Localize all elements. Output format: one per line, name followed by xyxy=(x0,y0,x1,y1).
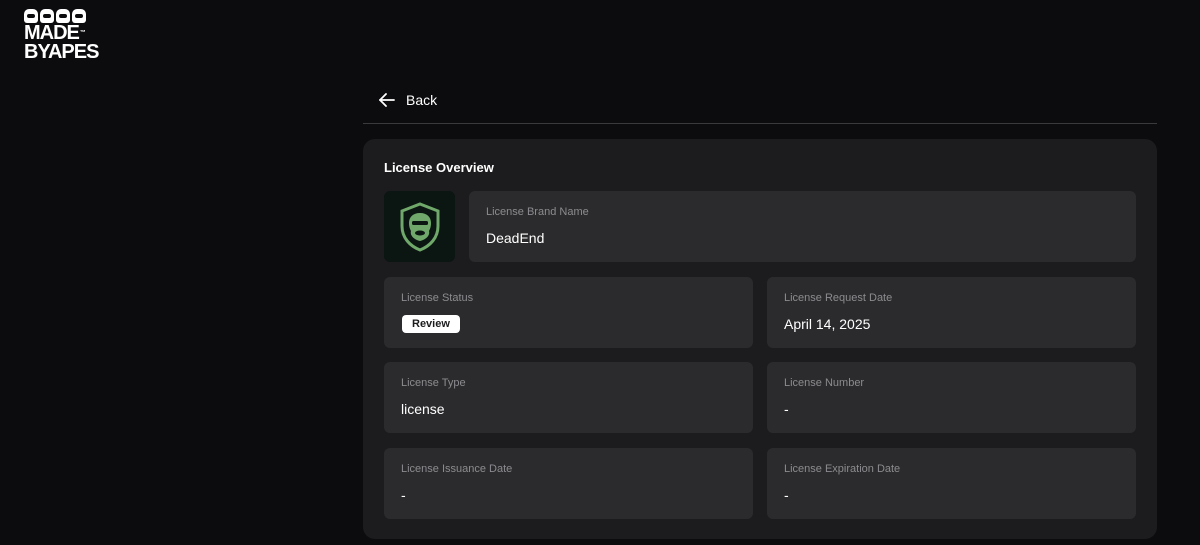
brand-name-value: DeadEnd xyxy=(486,230,545,246)
issuance-date-field: License Issuance Date - xyxy=(384,448,753,519)
status-badge: Review xyxy=(402,315,460,333)
arrow-left-icon xyxy=(379,93,395,107)
expiration-date-label: License Expiration Date xyxy=(784,463,901,475)
logo-line-byapes: BYAPES xyxy=(24,41,99,63)
license-status-field: License Status Review xyxy=(384,277,753,348)
license-number-label: License Number xyxy=(784,377,865,389)
request-date-value: April 14, 2025 xyxy=(784,316,871,332)
back-label: Back xyxy=(406,92,438,108)
issuance-date-label: License Issuance Date xyxy=(401,463,513,475)
request-date-field: License Request Date April 14, 2025 xyxy=(767,277,1136,348)
license-type-value: license xyxy=(401,401,445,417)
license-number-value: - xyxy=(784,401,789,417)
license-overview-card: License Overview License Brand Name Dead… xyxy=(363,139,1157,539)
license-type-field: License Type license xyxy=(384,362,753,433)
issuance-date-value: - xyxy=(401,487,406,503)
made-by-apes-logo[interactable]: MADE™ BYAPES xyxy=(24,9,104,65)
request-date-label: License Request Date xyxy=(784,292,893,304)
expiration-date-value: - xyxy=(784,487,789,503)
back-button[interactable]: Back xyxy=(378,89,437,111)
brand-name-label: License Brand Name xyxy=(486,206,589,218)
card-title: License Overview xyxy=(384,160,494,175)
license-status-label: License Status xyxy=(401,292,474,304)
ape-faces-icon xyxy=(24,9,104,23)
expiration-date-field: License Expiration Date - xyxy=(767,448,1136,519)
logo-trademark: ™ xyxy=(79,30,86,36)
license-number-field: License Number - xyxy=(767,362,1136,433)
header-divider xyxy=(363,123,1157,124)
brand-name-field: License Brand Name DeadEnd xyxy=(469,191,1136,262)
ape-shield-icon xyxy=(400,201,439,252)
brand-logo xyxy=(384,191,455,262)
license-type-label: License Type xyxy=(401,377,466,389)
